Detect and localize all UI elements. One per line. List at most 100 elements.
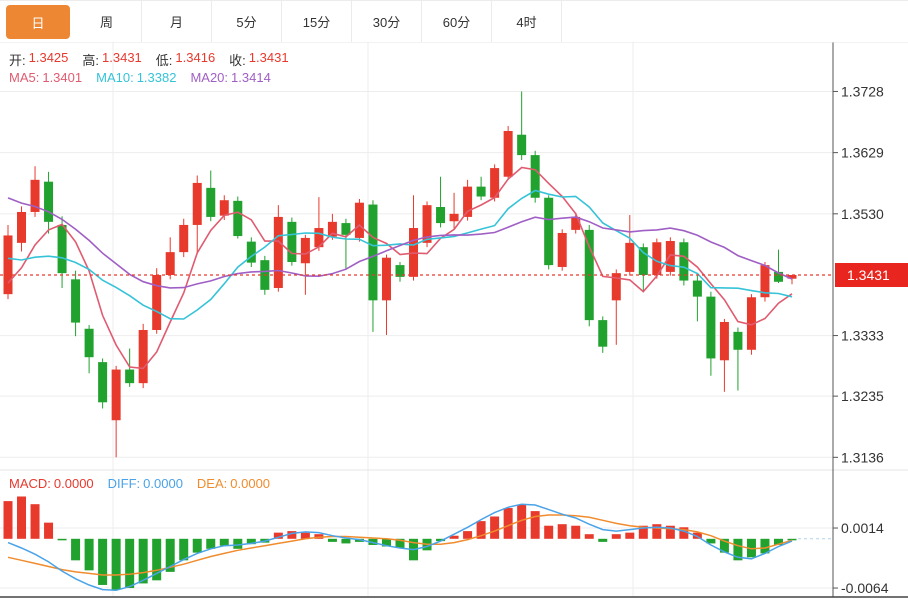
candle [679,239,688,286]
candle [409,195,418,280]
svg-text:1.3629: 1.3629 [841,145,884,161]
macd-bar [652,524,661,539]
candle [98,358,107,408]
candle [247,237,256,267]
candle [341,219,350,270]
candle [531,151,540,203]
macd-bar [788,539,797,541]
diff-value: 0.0000 [143,476,183,491]
candle [706,292,715,376]
candle [788,275,797,284]
macd-bar [31,504,40,539]
ma10-value: 1.3382 [137,70,177,85]
candle [274,205,283,292]
candle [382,255,391,335]
svg-text:1.3728: 1.3728 [841,83,884,99]
macd-bar [531,511,540,539]
svg-text:1.3333: 1.3333 [841,328,884,344]
candle [450,193,459,229]
macd-bar [125,539,134,588]
macd-histogram [4,496,797,589]
candle [396,262,405,282]
candle [85,325,94,373]
candle [206,171,215,222]
macd-bar [17,496,26,538]
macd-axis-labels: 0.0014-0.0064 [833,520,889,596]
candle [71,271,80,337]
tab-60min[interactable]: 60分 [422,1,492,42]
high-value: 1.3431 [102,50,142,69]
candle [4,225,13,299]
candle [152,268,161,334]
candle [477,177,486,200]
macd-bar [4,501,13,539]
candles [4,91,797,457]
candle [504,126,513,180]
candle [355,199,364,242]
candle [58,216,67,288]
tab-5min[interactable]: 5分 [212,1,282,42]
candle [693,276,702,322]
candle [598,316,607,352]
macd-label: MACD: [9,476,51,491]
timeframe-tabs: 日周月5分15分30分60分4时 [0,0,908,42]
candle [31,166,40,217]
macd-bar [558,524,567,539]
candle [720,319,729,392]
tab-4hour[interactable]: 4时 [492,1,562,42]
macd-bar [612,534,621,539]
ma20-label: MA20: [190,70,228,85]
candle [139,324,148,388]
candle [368,200,377,332]
macd-bar [206,539,215,549]
high-label: 高: [82,50,99,69]
macd-bar [544,526,553,539]
tab-30min[interactable]: 30分 [352,1,422,42]
close-label: 收: [229,50,246,69]
low-label: 低: [156,50,173,69]
tab-week[interactable]: 周 [72,1,142,42]
svg-text:1.3431: 1.3431 [847,267,890,283]
low-value: 1.3416 [175,50,215,69]
macd-bar [504,508,513,539]
candle [517,91,526,160]
macd-bar [598,539,607,542]
candle [166,237,175,279]
svg-text:1.3530: 1.3530 [841,206,884,222]
grid-lines [0,42,908,597]
candle [436,177,445,228]
macd-bar [233,539,242,549]
macd-bar [179,539,188,561]
candle [774,250,783,283]
tab-month[interactable]: 月 [142,1,212,42]
macd-bar [463,531,472,539]
macd-bar [98,539,107,585]
candle [733,328,742,391]
dea-value: 0.0000 [230,476,270,491]
trading-chart-app: 1.34311.37281.36291.35301.33331.32351.31… [0,0,908,605]
macd-bar [44,523,53,539]
macd-bar [220,539,229,546]
current-price-tag: 1.3431 [835,263,908,287]
macd-legend: MACD:0.0000 DIFF:0.0000 DEA:0.0000 [9,476,270,491]
svg-text:1.3235: 1.3235 [841,388,884,404]
tab-15min[interactable]: 15分 [282,1,352,42]
open-label: 开: [9,50,26,69]
close-value: 1.3431 [249,50,289,69]
svg-text:-0.0064: -0.0064 [841,580,889,596]
macd-bar [341,539,350,544]
candle [301,235,310,295]
ohlc-legend: 开:1.3425 高:1.3431 低:1.3416 收:1.3431 [9,50,289,69]
candlestick-chart[interactable]: 1.34311.37281.36291.35301.33331.32351.31… [0,0,908,605]
candle [179,219,188,257]
candle [44,172,53,234]
macd-bar [139,539,148,584]
macd-bar [193,539,202,553]
candle [639,243,648,291]
ma5-value: 1.3401 [42,70,82,85]
dea-label: DEA: [197,476,227,491]
macd-bar [112,539,121,590]
candle [558,229,567,270]
tab-day[interactable]: 日 [6,5,70,39]
candle [666,237,675,275]
